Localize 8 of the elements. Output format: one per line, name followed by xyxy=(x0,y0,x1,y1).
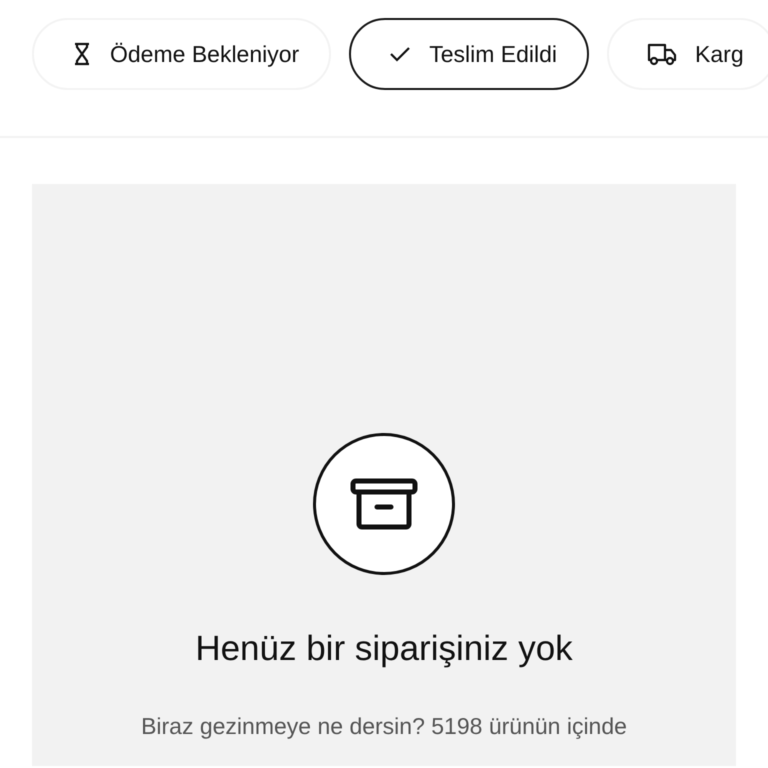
empty-state-title: Henüz bir siparişiniz yok xyxy=(195,629,573,669)
hourglass-icon xyxy=(72,42,92,66)
filter-chip[interactable]: Teslim Edildi xyxy=(349,18,590,90)
filter-chip[interactable]: Karg xyxy=(607,18,768,90)
empty-state-message: Biraz gezinmeye ne dersin? 5198 ürünün içinde xyxy=(140,712,628,741)
filter-chip[interactable]: Ödeme Bekleniyor xyxy=(32,18,332,90)
truck-icon xyxy=(647,42,678,66)
check-icon xyxy=(389,46,412,62)
